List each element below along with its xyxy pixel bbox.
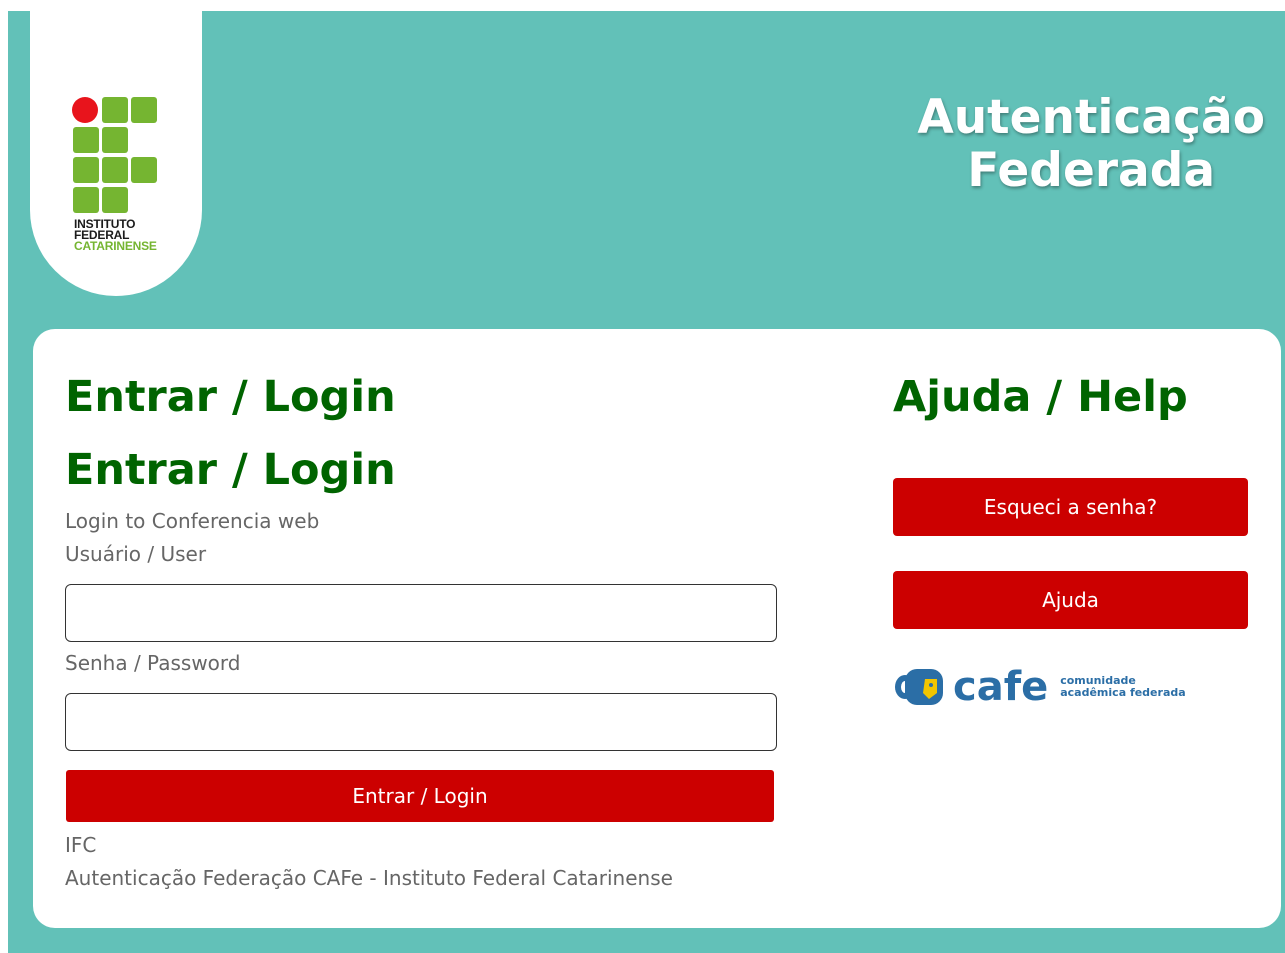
page-title-line2: Federada <box>967 143 1216 198</box>
cafe-tagline-line2: acadêmica federada <box>1060 686 1186 699</box>
content-card: Entrar / Login Entrar / Login Login to C… <box>33 329 1281 928</box>
password-label: Senha / Password <box>65 651 241 675</box>
cafe-tagline: comunidade acadêmica federada <box>1060 675 1185 699</box>
logo-text-line3: CATARINENSE <box>74 239 157 253</box>
help-button[interactable]: Ajuda <box>893 571 1248 629</box>
footer-org-text: IFC <box>65 833 97 857</box>
forgot-password-button[interactable]: Esqueci a senha? <box>893 478 1248 536</box>
username-label: Usuário / User <box>65 542 207 566</box>
institution-logo-tab: INSTITUTO FEDERAL CATARINENSE <box>30 11 202 296</box>
page-frame: INSTITUTO FEDERAL CATARINENSE Autenticaç… <box>8 11 1285 953</box>
cafe-wordmark: cafe <box>953 664 1049 710</box>
login-heading: Entrar / Login <box>65 372 396 422</box>
help-heading: Ajuda / Help <box>893 372 1188 422</box>
password-input[interactable] <box>65 693 777 751</box>
ifc-logo-text: INSTITUTO FEDERAL CATARINENSE <box>74 218 157 253</box>
login-button[interactable]: Entrar / Login <box>66 770 774 822</box>
ifc-logo-icon <box>72 97 157 213</box>
page-title: Autenticação Federada <box>917 91 1265 197</box>
footer-description: Autenticação Federação CAFe - Instituto … <box>65 866 673 890</box>
login-intro-text: Login to Conferencia web <box>65 509 320 533</box>
username-input[interactable] <box>65 584 777 642</box>
cafe-cup-icon <box>895 669 943 705</box>
page-title-line1: Autenticação <box>917 90 1265 145</box>
login-heading-secondary: Entrar / Login <box>65 445 396 495</box>
cafe-logo[interactable]: cafe comunidade acadêmica federada <box>893 665 1186 709</box>
